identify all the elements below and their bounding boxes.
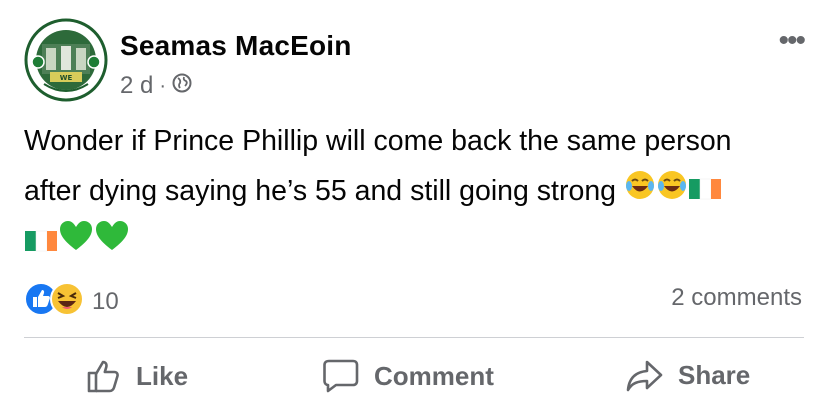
globe-icon	[172, 72, 192, 100]
laughing-crying-emoji	[624, 167, 656, 217]
facebook-post: WE Seamas MacEoin 2 d · ••• Wonder if Pr…	[0, 0, 828, 416]
comments-count-link[interactable]: 2 comments	[671, 284, 802, 312]
thumbs-up-icon	[87, 360, 119, 393]
action-bar: Like Comment Share	[0, 350, 828, 410]
post-time[interactable]: 2 d	[120, 72, 153, 100]
post-text-line-2: after dying saying he’s 55 and still goi…	[24, 175, 617, 207]
green-heart-emoji	[58, 219, 94, 269]
reaction-count: 10	[92, 287, 119, 315]
post-text: Wonder if Prince Phillip will come back …	[24, 116, 814, 269]
like-label: Like	[136, 360, 189, 391]
avatar-badge-text: WE	[60, 74, 73, 82]
meta-separator: ·	[159, 74, 167, 97]
laughing-crying-emoji	[656, 167, 688, 217]
comment-bubble-icon	[323, 359, 359, 393]
avatar[interactable]: WE	[24, 18, 108, 102]
haha-reaction-icon	[50, 282, 84, 321]
share-label: Share	[678, 359, 751, 390]
reaction-summary[interactable]: 10	[24, 282, 119, 321]
more-options-icon[interactable]: •••	[778, 24, 805, 58]
like-button[interactable]: Like	[86, 358, 188, 394]
divider	[24, 337, 804, 338]
irish-flag-emoji	[688, 167, 722, 217]
irish-flag-emoji	[24, 219, 58, 269]
share-button[interactable]: Share	[626, 358, 750, 392]
share-arrow-icon	[626, 360, 663, 392]
comment-label: Comment	[374, 360, 494, 391]
post-text-line-1: Wonder if Prince Phillip will come back …	[24, 125, 732, 157]
comment-button[interactable]: Comment	[322, 358, 494, 394]
post-meta: 2 d ·	[120, 72, 192, 100]
author-name[interactable]: Seamas MacEoin	[120, 30, 352, 62]
green-heart-emoji	[94, 219, 130, 269]
